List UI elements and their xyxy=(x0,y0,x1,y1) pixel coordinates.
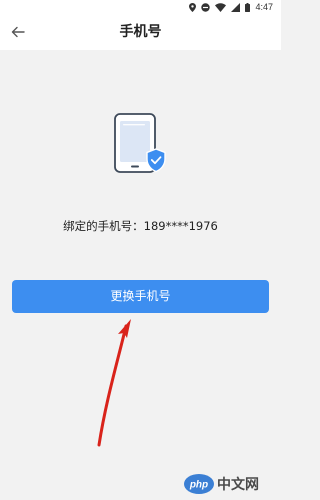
battery-icon xyxy=(245,2,251,12)
back-arrow-icon xyxy=(11,23,25,42)
app-header: 手机号 xyxy=(0,14,281,50)
bound-phone-label: 绑定的手机号： xyxy=(63,219,144,233)
bound-phone-info: 绑定的手机号：189****1976 xyxy=(0,218,281,234)
change-phone-button-label: 更换手机号 xyxy=(110,289,171,303)
location-icon xyxy=(189,2,197,12)
phone-verified-icon xyxy=(112,113,168,179)
watermark-logo: php 中文网 xyxy=(184,474,259,494)
watermark-text: 中文网 xyxy=(217,476,259,493)
page-title: 手机号 xyxy=(119,24,162,40)
bound-phone-number: 189****1976 xyxy=(143,219,218,233)
status-time: 4:47 xyxy=(255,2,273,12)
back-button[interactable] xyxy=(6,20,30,44)
cellular-signal-icon xyxy=(231,2,241,12)
change-phone-button[interactable]: 更换手机号 xyxy=(12,280,269,313)
watermark-brand: php xyxy=(189,480,208,491)
do-not-disturb-icon xyxy=(201,2,211,12)
screen: 4:47 手机号 绑定的手机号：189****1976 更换手机号 php 中文… xyxy=(0,0,281,500)
wifi-icon xyxy=(215,2,227,12)
status-bar: 4:47 xyxy=(0,0,281,14)
annotation-arrow xyxy=(97,319,131,447)
status-icons: 4:47 xyxy=(189,2,273,12)
